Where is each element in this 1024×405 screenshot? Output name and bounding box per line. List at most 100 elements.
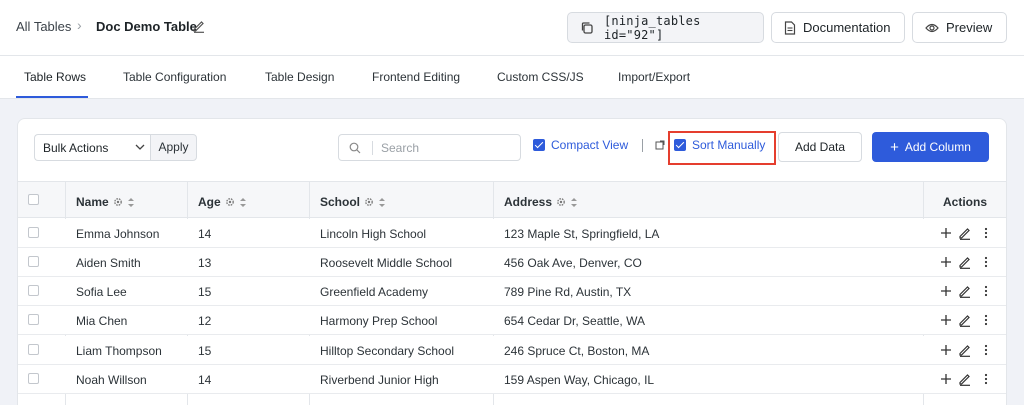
- more-options-icon[interactable]: [979, 284, 993, 298]
- cell-name: Noah Willson: [76, 373, 147, 387]
- column-header-actions: Actions: [943, 195, 988, 209]
- cell-address: 123 Maple St, Springfield, LA: [504, 227, 660, 241]
- search-divider: [372, 141, 373, 155]
- gear-icon[interactable]: [364, 197, 374, 207]
- cell-name: Aiden Smith: [76, 256, 141, 270]
- edit-row-icon[interactable]: [958, 226, 972, 240]
- cell-address: 246 Spruce Ct, Boston, MA: [504, 344, 650, 358]
- gear-icon[interactable]: [556, 197, 566, 207]
- add-row-icon[interactable]: [939, 372, 953, 386]
- column-header-name[interactable]: Name: [76, 195, 135, 209]
- bulk-actions-select[interactable]: Bulk Actions: [34, 134, 151, 161]
- row-checkbox[interactable]: [28, 373, 39, 384]
- sort-icon[interactable]: [570, 197, 578, 208]
- bulk-actions-label: Bulk Actions: [43, 141, 109, 155]
- breadcrumb-all-tables[interactable]: All Tables: [16, 19, 71, 34]
- add-row-icon[interactable]: [939, 226, 953, 240]
- select-all-checkbox[interactable]: [28, 194, 39, 205]
- gear-icon[interactable]: [225, 197, 235, 207]
- cell-school: Riverbend Junior High: [320, 373, 439, 387]
- search-input[interactable]: [381, 139, 511, 157]
- chevron-down-icon: [135, 144, 145, 150]
- breadcrumb-separator: ›: [77, 17, 82, 33]
- shortcode-copy-button[interactable]: [ninja_tables id="92"]: [567, 12, 764, 43]
- add-column-button[interactable]: + Add Column: [872, 132, 989, 162]
- cell-school: Roosevelt Middle School: [320, 256, 453, 270]
- row-checkbox[interactable]: [28, 344, 39, 355]
- eye-icon: [925, 23, 939, 32]
- sort-icon[interactable]: [378, 197, 386, 208]
- apply-button[interactable]: Apply: [150, 134, 197, 161]
- tab-table-rows[interactable]: Table Rows: [24, 70, 86, 84]
- cell-age: 15: [198, 344, 212, 358]
- row-checkbox[interactable]: [28, 256, 39, 267]
- sort-manually-checkbox[interactable]: [674, 139, 686, 151]
- edit-row-icon[interactable]: [958, 284, 972, 298]
- tab-custom-css-js[interactable]: Custom CSS/JS: [497, 70, 584, 84]
- sort-icon[interactable]: [127, 197, 135, 208]
- cell-age: 14: [198, 227, 212, 241]
- cell-age: 15: [198, 285, 212, 299]
- add-row-icon[interactable]: [939, 313, 953, 327]
- edit-row-icon[interactable]: [958, 313, 972, 327]
- gear-icon[interactable]: [113, 197, 123, 207]
- more-options-icon[interactable]: [979, 226, 993, 240]
- external-link-icon[interactable]: [655, 140, 665, 150]
- cell-address: 456 Oak Ave, Denver, CO: [504, 256, 642, 270]
- preview-label: Preview: [946, 20, 993, 35]
- cell-name: Sofia Lee: [76, 285, 127, 299]
- add-row-icon[interactable]: [939, 343, 953, 357]
- table-row[interactable]: Mia Chen 12 Harmony Prep School 654 Cedar D…: [18, 306, 1006, 335]
- table-row[interactable]: Aiden Smith 13 Roosevelt Middle School 456 …: [18, 248, 1006, 277]
- page-title: Doc Demo Table: [96, 19, 197, 34]
- column-age-label: Age: [198, 195, 221, 209]
- row-checkbox[interactable]: [28, 285, 39, 296]
- pencil-icon[interactable]: [192, 19, 206, 33]
- cell-age: 14: [198, 373, 212, 387]
- table-row[interactable]: Sofia Lee 15 Greenfield Academy 789 Pine Rd…: [18, 277, 1006, 306]
- compact-view-checkbox[interactable]: [533, 139, 545, 151]
- active-tab-indicator: [16, 96, 88, 98]
- row-checkbox[interactable]: [28, 227, 39, 238]
- cell-school: Greenfield Academy: [320, 285, 429, 299]
- more-options-icon[interactable]: [979, 313, 993, 327]
- compact-view-label[interactable]: Compact View: [551, 138, 628, 152]
- add-data-button[interactable]: Add Data: [778, 132, 862, 162]
- copy-icon: [581, 21, 593, 34]
- column-name-label: Name: [76, 195, 109, 209]
- cell-name: Mia Chen: [76, 314, 128, 328]
- documentation-button[interactable]: Documentation: [771, 12, 905, 43]
- row-checkbox[interactable]: [28, 314, 39, 325]
- column-school-label: School: [320, 195, 361, 209]
- search-box: [338, 134, 521, 161]
- toolbar-separator: [642, 139, 643, 152]
- more-options-icon[interactable]: [979, 255, 993, 269]
- tab-import-export[interactable]: Import/Export: [618, 70, 690, 84]
- edit-row-icon[interactable]: [958, 343, 972, 357]
- add-row-icon[interactable]: [939, 255, 953, 269]
- add-column-label: Add Column: [904, 140, 971, 154]
- table-row[interactable]: Noah Willson 14 Riverbend Junior High 159 A…: [18, 365, 1006, 394]
- tab-bar: Table Rows Table Configuration Table Des…: [0, 56, 1024, 99]
- edit-row-icon[interactable]: [958, 372, 972, 386]
- more-options-icon[interactable]: [979, 372, 993, 386]
- tab-table-design[interactable]: Table Design: [265, 70, 334, 84]
- column-header-age[interactable]: Age: [198, 195, 247, 209]
- cell-name: Emma Johnson: [76, 227, 160, 241]
- edit-row-icon[interactable]: [958, 255, 972, 269]
- tab-frontend-editing[interactable]: Frontend Editing: [372, 70, 460, 84]
- table-row[interactable]: Liam Thompson 15 Hilltop Secondary School 2…: [18, 336, 1006, 365]
- column-address-label: Address: [504, 195, 553, 209]
- sort-icon[interactable]: [239, 197, 247, 208]
- column-header-address[interactable]: Address: [504, 195, 578, 209]
- table-row[interactable]: Emma Johnson 14 Lincoln High School 123 Map…: [18, 219, 1006, 248]
- cell-age: 12: [198, 314, 212, 328]
- column-header-school[interactable]: School: [320, 195, 386, 209]
- more-options-icon[interactable]: [979, 343, 993, 357]
- add-row-icon[interactable]: [939, 284, 953, 298]
- cell-school: Lincoln High School: [320, 227, 427, 241]
- cell-school: Hilltop Secondary School: [320, 344, 455, 358]
- tab-table-configuration[interactable]: Table Configuration: [123, 70, 226, 84]
- preview-button[interactable]: Preview: [912, 12, 1007, 43]
- sort-manually-label[interactable]: Sort Manually: [692, 138, 765, 152]
